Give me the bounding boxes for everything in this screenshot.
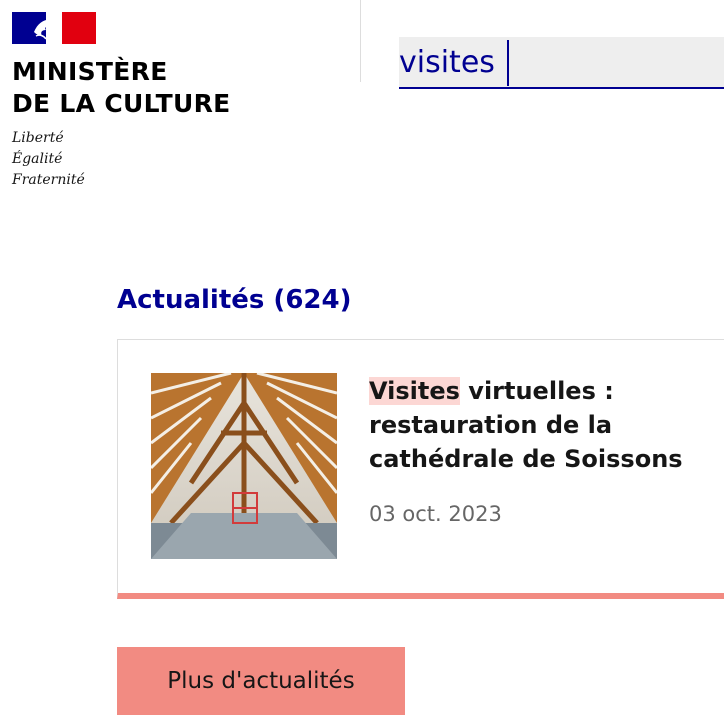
ministry-name-line1: MINISTÈRE xyxy=(12,57,168,86)
motto-fraternite: Fraternité xyxy=(12,172,85,188)
search-term-highlight: Visites xyxy=(369,377,460,405)
section-title: Actualités (624) xyxy=(117,285,352,315)
ministry-name-line2: DE LA CULTURE xyxy=(12,89,231,118)
card-title[interactable]: Visites virtuelles : restauration de la … xyxy=(369,374,709,476)
text-caret xyxy=(507,40,509,86)
search-input[interactable] xyxy=(399,37,724,87)
ministry-name: MINISTÈRE DE LA CULTURE xyxy=(12,56,272,120)
header-divider xyxy=(360,0,361,82)
more-news-button[interactable]: Plus d'actualités xyxy=(117,647,405,715)
marianne-flag-icon xyxy=(12,12,96,44)
card-image[interactable] xyxy=(151,373,337,559)
ministry-logo[interactable]: MINISTÈRE DE LA CULTURE Liberté Égalité … xyxy=(12,12,272,191)
motto-egalite: Égalité xyxy=(12,151,63,167)
news-card[interactable]: Visites virtuelles : restauration de la … xyxy=(117,339,724,599)
page: MINISTÈRE DE LA CULTURE Liberté Égalité … xyxy=(0,0,724,724)
card-date: 03 oct. 2023 xyxy=(369,502,502,526)
motto-liberte: Liberté xyxy=(12,130,64,146)
cathedral-roof-photo-icon xyxy=(151,373,337,559)
search-box[interactable] xyxy=(399,37,724,89)
republic-motto: Liberté Égalité Fraternité xyxy=(12,128,272,191)
